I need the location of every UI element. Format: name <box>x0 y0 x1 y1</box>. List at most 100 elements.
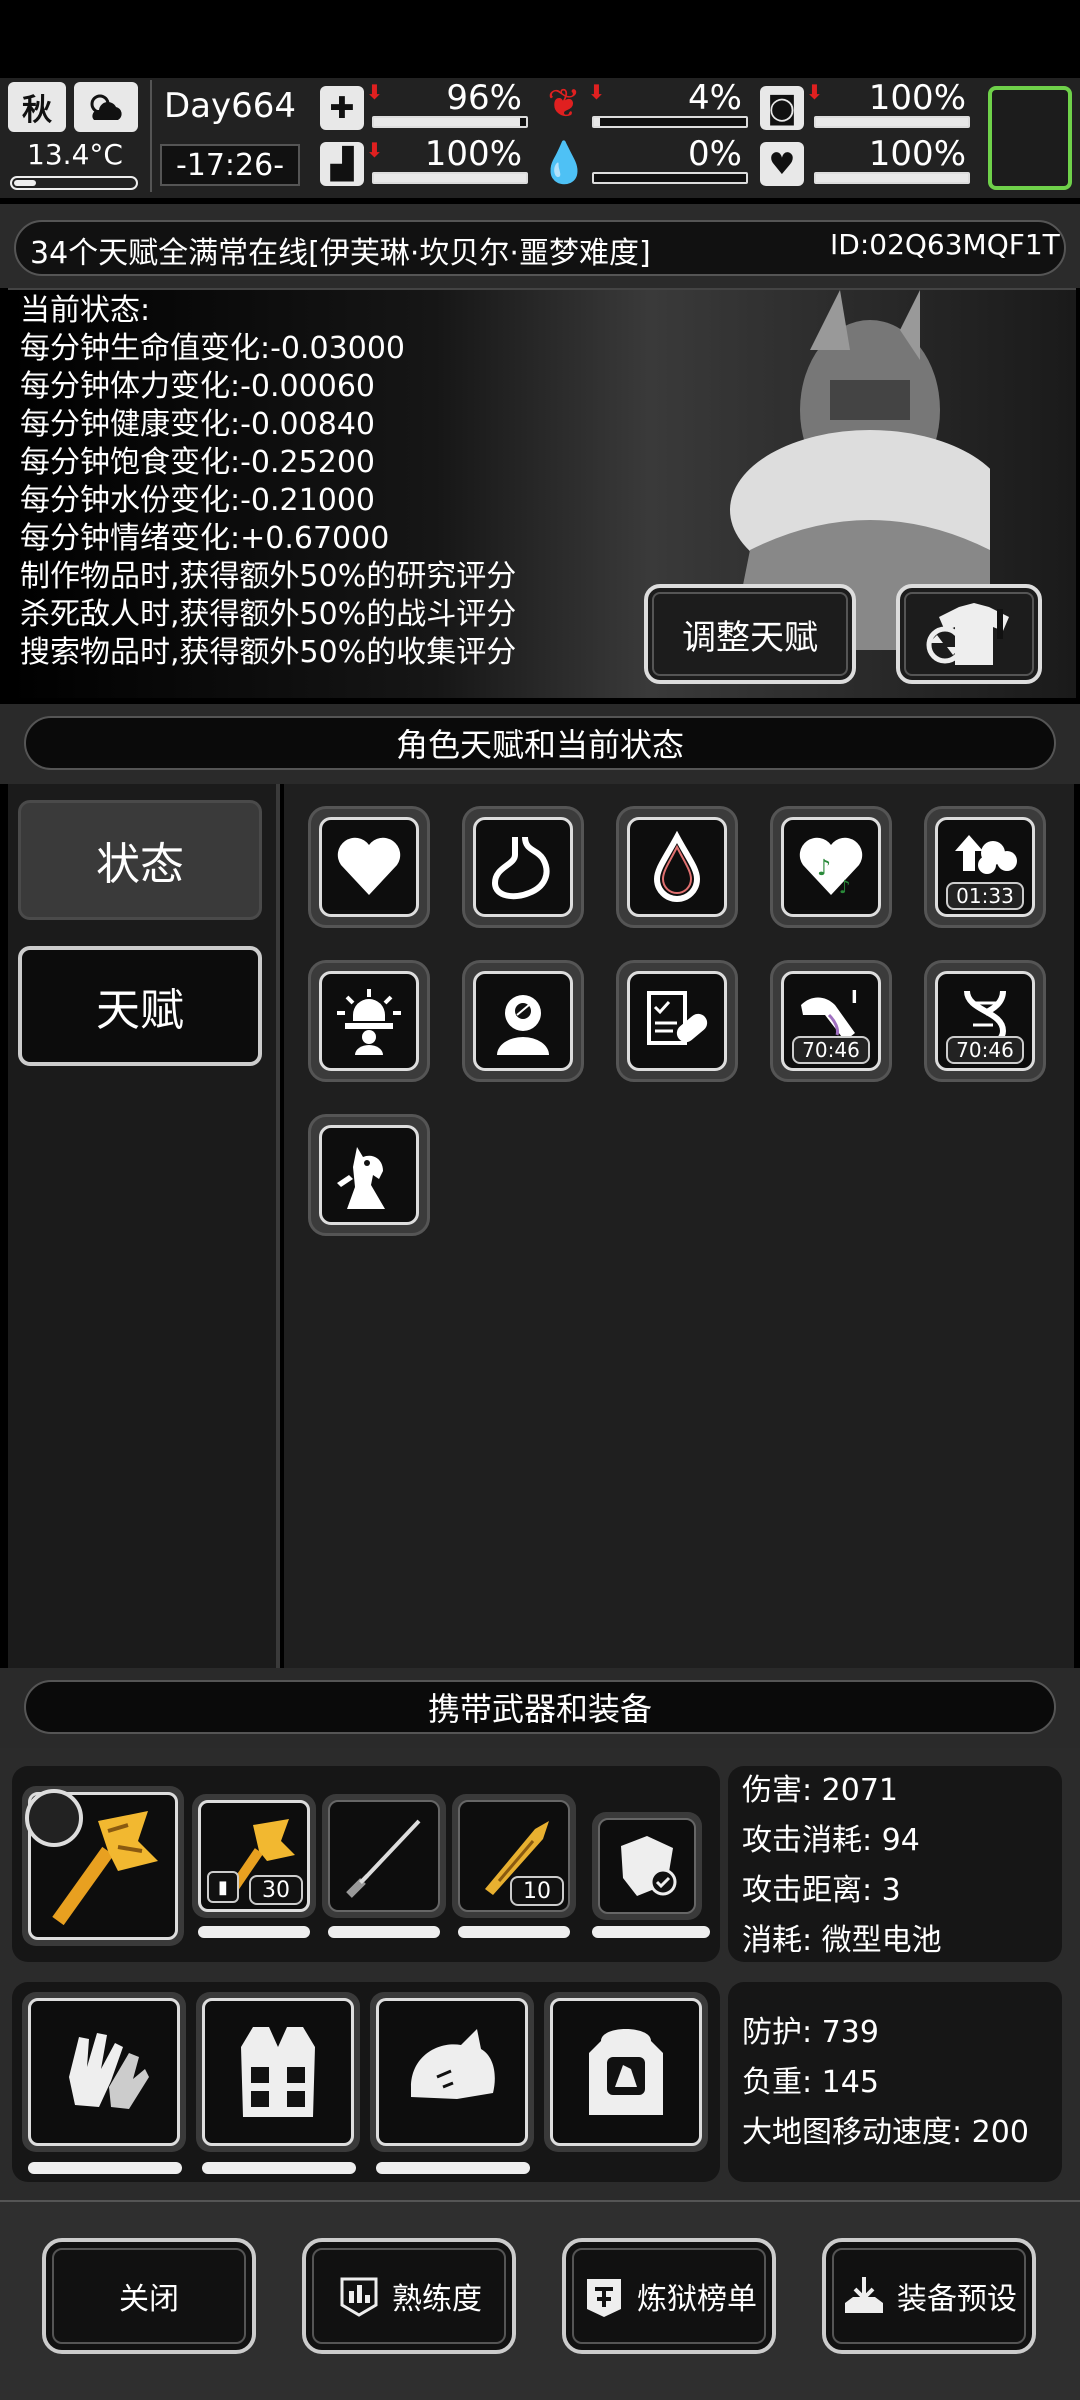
water-drop-icon: 💧 <box>539 139 589 186</box>
state-line: 制作物品时,获得额外50%的研究评分 <box>20 559 517 594</box>
season-label: 秋 <box>22 93 52 128</box>
thirst-value: 0% <box>688 134 742 174</box>
talent-section-header: 角色天赋和当前状态 <box>24 716 1056 770</box>
weapon-slot-4[interactable]: 10 <box>452 1794 576 1918</box>
ammo-count-label: 30 <box>262 1877 290 1903</box>
adjust-talent-button[interactable]: 调整天赋 <box>644 584 856 684</box>
health-value: 96% <box>446 78 522 118</box>
alarm-person-icon <box>337 989 401 1055</box>
proficiency-button-label: 熟练度 <box>392 2282 482 2317</box>
durability-bar <box>28 2162 182 2174</box>
equipment-section-title: 携带武器和装备 <box>427 1690 652 1728</box>
status-effect[interactable] <box>462 806 584 928</box>
tab-talent[interactable]: 天赋 <box>18 946 262 1066</box>
music-heart-icon: ♪♪ <box>799 837 863 898</box>
close-button-label: 关闭 <box>119 2282 179 2317</box>
talent-section-title: 角色天赋和当前状态 <box>395 726 684 764</box>
close-button[interactable]: 关闭 <box>42 2238 256 2354</box>
thirst-bar <box>592 172 748 184</box>
state-line: 每分钟健康变化:-0.00840 <box>20 407 375 442</box>
ammo-count-label: 10 <box>523 1878 551 1904</box>
ranking-button[interactable]: 炼狱榜单 <box>562 2238 776 2354</box>
proficiency-button[interactable]: 熟练度 <box>302 2238 516 2354</box>
heart-icon: ♥ <box>760 142 804 186</box>
status-effect[interactable] <box>616 960 738 1082</box>
water-drop-icon <box>653 831 701 902</box>
tab-talent-label: 天赋 <box>96 985 184 1036</box>
status-effect[interactable]: I 70:46 <box>770 960 892 1082</box>
state-line: 每分钟水份变化:-0.21000 <box>20 483 375 518</box>
svg-text:♪: ♪ <box>839 877 851 898</box>
day-counter: Day664 <box>164 86 297 126</box>
state-line: 每分钟体力变化:-0.00060 <box>20 369 375 404</box>
helmet-slot[interactable] <box>370 1992 534 2152</box>
attack-cost-stat: 攻击消耗: 94 <box>742 1823 920 1858</box>
durability-bar <box>202 2162 356 2174</box>
effect-timer: 70:46 <box>946 1036 1024 1064</box>
ammo-count: 30 <box>249 1875 303 1905</box>
backpack-slot[interactable] <box>544 1992 708 2152</box>
clock: -17:26- <box>160 144 300 186</box>
stomach-icon <box>491 836 550 900</box>
status-effect[interactable] <box>308 1114 430 1236</box>
katana-icon <box>346 1819 421 1898</box>
ranking-button-label: 炼狱榜单 <box>637 2282 757 2317</box>
status-effect[interactable]: 01:33 <box>924 806 1046 928</box>
status-effect[interactable]: ♪ ♪ <box>770 806 892 928</box>
status-effect[interactable] <box>308 960 430 1082</box>
durability-bar <box>458 1926 570 1938</box>
ranking-badge-icon <box>587 2279 621 2317</box>
status-effect[interactable] <box>616 806 738 928</box>
boot-icon: ▟ <box>320 142 364 186</box>
equipment-preset-button[interactable]: 装备预设 <box>822 2238 1036 2354</box>
vest-slot[interactable] <box>196 1992 360 2152</box>
brain-icon: ◙ <box>760 86 804 130</box>
weapon-slot-2[interactable]: 30 ▮ <box>192 1794 316 1918</box>
sanity-bar <box>814 116 970 128</box>
weapon-stats: 伤害: 2071 攻击消耗: 94 攻击距离: 3 消耗: 微型电池 <box>742 1766 942 1966</box>
backpack-icon <box>589 2029 663 2115</box>
state-line: 搜索物品时,获得额外50%的收集评分 <box>20 635 517 670</box>
ammo-count: 10 <box>510 1876 564 1906</box>
status-effect[interactable] <box>462 960 584 1082</box>
health-icon: ✚ <box>320 86 364 130</box>
tab-status[interactable]: 状态 <box>18 800 262 920</box>
weather-icon <box>74 82 138 132</box>
mood-bar <box>814 172 970 184</box>
medal-chart-icon <box>340 2277 378 2317</box>
mental-state-icon <box>497 995 549 1055</box>
consume-stat: 消耗: 微型电池 <box>742 1923 942 1958</box>
weight-stat: 负重: 145 <box>742 2065 879 2100</box>
durability-bar <box>328 1926 440 1938</box>
weapon-slot-3[interactable] <box>322 1794 446 1918</box>
equipment-section-header: 携带武器和装备 <box>24 1680 1056 1734</box>
temperature-value: 13.4°C <box>27 138 123 171</box>
battery-icon: ▮ <box>207 1871 239 1903</box>
heart-icon <box>337 837 401 895</box>
gloves-icon <box>69 2033 149 2109</box>
defense-stat: 防护: 739 <box>742 2015 879 2050</box>
status-effect[interactable]: 70:46 <box>924 960 1046 1082</box>
change-outfit-button[interactable] <box>896 584 1042 684</box>
stamina-bar <box>372 172 528 184</box>
medicine-clipboard-icon <box>647 991 708 1045</box>
status-effect[interactable] <box>308 806 430 928</box>
durability-bar <box>198 1926 310 1938</box>
armor-patch-icon <box>621 1836 677 1896</box>
accessory-slot[interactable] <box>592 1812 702 1920</box>
armor-stats: 防护: 739 负重: 145 大地图移动速度: 200 <box>742 2008 1029 2158</box>
adjust-talent-label: 调整天赋 <box>682 617 818 658</box>
svg-text:♪: ♪ <box>817 856 831 881</box>
map-speed-stat: 大地图移动速度: 200 <box>742 2115 1029 2150</box>
attack-range-stat: 攻击距离: 3 <box>742 1873 901 1908</box>
stomach-icon: ❦ <box>547 81 581 127</box>
quick-slot-button[interactable] <box>988 86 1072 190</box>
tactical-vest-icon <box>241 2027 315 2117</box>
horse-helmet-icon <box>411 2029 495 2099</box>
gloves-slot[interactable] <box>22 1992 186 2152</box>
stamina-value: 100% <box>424 134 522 174</box>
temperature-gauge <box>10 176 138 190</box>
download-tray-icon <box>845 2277 883 2313</box>
main-weapon-slot[interactable] <box>22 1786 184 1946</box>
effect-timer: 70:46 <box>792 1036 870 1064</box>
